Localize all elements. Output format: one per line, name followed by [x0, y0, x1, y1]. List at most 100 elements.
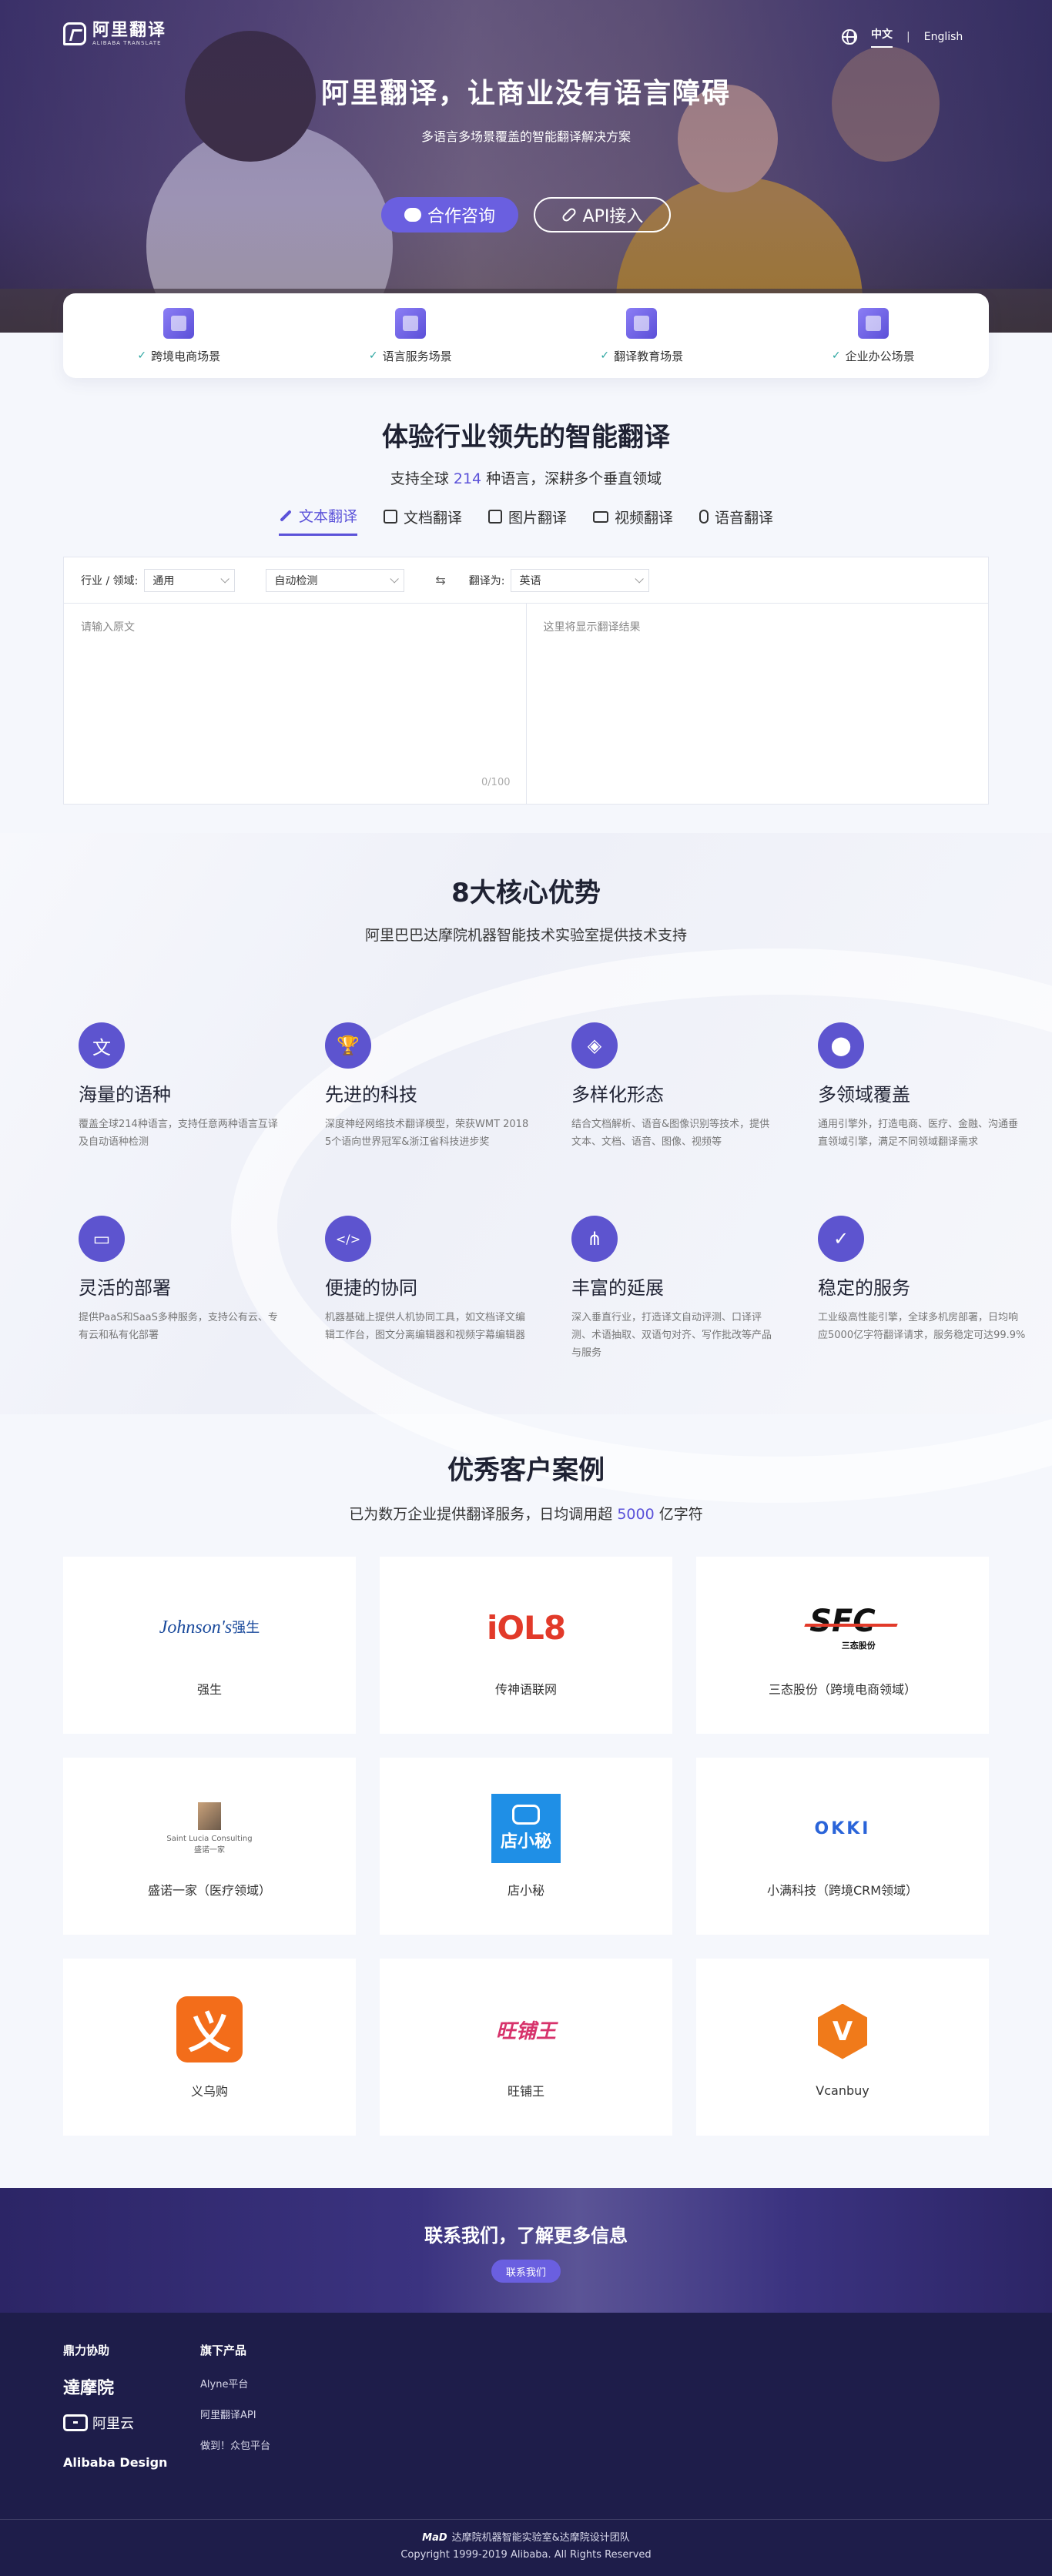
translate-toolbar: 行业 / 领域: 通用 自动检测 ⇆ 翻译为: 英语 [64, 557, 988, 604]
customer-logo-vcanbuy: V [818, 1997, 867, 2066]
translate-icon: 文 [79, 1022, 125, 1069]
advantage-item: ◈ 多样化形态 结合文档解析、语音&图像识别等技术，提供文本、文档、语音、图像、视频… [571, 1022, 779, 1151]
customer-name: Vcanbuy [816, 2083, 869, 2098]
contact-title: 联系我们，了解更多信息 [424, 2225, 628, 2246]
char-counter: 0/100 [481, 777, 511, 788]
check-icon: ✓ [137, 350, 147, 362]
customer-card[interactable]: 义 义乌购 [63, 1959, 356, 2136]
tab-image-translate[interactable]: 图片翻译 [487, 505, 567, 536]
target-label: 翻译为: [468, 574, 505, 587]
footer-bottom: MaD 达摩院机器智能实验室&达摩院设计团队 Copyright 1999-201… [0, 2530, 1052, 2564]
tab-document-translate[interactable]: 文档翻译 [383, 505, 462, 536]
swap-languages-icon[interactable]: ⇆ [435, 573, 445, 587]
advantage-desc: 提供PaaS和SaaS多种服务，支持公有云、专有云和私有化部署 [79, 1312, 278, 1341]
share-icon: ⋔ [571, 1216, 618, 1262]
advantage-item: 🏆 先进的科技 深度神经网络技术翻译模型，荣获WMT 2018 5个语向世界冠军&浙… [325, 1022, 533, 1151]
scene-label: 跨境电商场景 [151, 349, 221, 363]
hero-subtitle: 多语言多场景覆盖的智能翻译解决方案 [420, 129, 631, 144]
customer-card[interactable]: OKKI 小满科技（跨境CRM领域） [696, 1758, 989, 1935]
consult-button-label: 合作咨询 [427, 207, 495, 226]
customer-logo-okki: OKKI [814, 1818, 871, 1838]
scene-item-language-service[interactable]: ✓ 语言服务场景 [333, 307, 487, 364]
customers-title: 优秀客户案例 [447, 1455, 605, 1486]
consult-button[interactable]: 合作咨询 [381, 197, 518, 233]
customer-name: 强生 [196, 1682, 222, 1697]
chevron-down-icon [390, 574, 400, 584]
customers-subtitle: 已为数万企业提供翻译服务，日均调用超 5000 亿字符 [349, 1506, 703, 1523]
customer-card[interactable]: Saint Lucia Consulting 盛诺一家 盛诺一家（医疗领域） [63, 1758, 356, 1935]
tab-text-translate[interactable]: 文本翻译 [278, 505, 357, 536]
scene-item-office[interactable]: ✓ 企业办公场景 [796, 307, 950, 364]
scene-label: 企业办公场景 [845, 349, 915, 363]
tab-video-translate[interactable]: 视频翻译 [593, 505, 673, 536]
api-button-label: API接入 [582, 207, 644, 226]
domain-select[interactable]: 通用 [144, 568, 236, 592]
advantage-item: ⬤ 多领域覆盖 通用引擎外，打造电商、医疗、金融、沟通垂直领域引擎，满足不同领域翻译… [818, 1022, 1026, 1151]
mad-logo: MaD [422, 2532, 447, 2544]
source-language-select[interactable]: 自动检测 [266, 568, 405, 592]
pen-icon [280, 509, 292, 522]
microphone-icon [699, 510, 709, 524]
footer-team: 达摩院机器智能实验室&达摩院设计团队 [451, 2532, 630, 2544]
customer-card[interactable]: Johnson's 强生 强生 [63, 1557, 356, 1734]
check-icon: ✓ [600, 350, 610, 362]
customer-card[interactable]: 旺铺王 旺铺王 [380, 1959, 672, 2136]
customer-card[interactable]: 店小秘 店小秘 [380, 1758, 672, 1935]
source-text-input[interactable] [81, 619, 509, 773]
customer-card[interactable]: SFC 三态股份 三态股份（跨境电商领域） [696, 1557, 989, 1734]
customer-card[interactable]: iOL8 传神语联网 [380, 1557, 672, 1734]
hero-banner: 阿里翻译 ALIBABA TRANSLATE 中文 | English 阿里翻译… [0, 0, 1052, 333]
footer-link-crowdsourcing[interactable]: 做到！众包平台 [200, 2437, 270, 2452]
advantage-title: 灵活的部署 [79, 1277, 171, 1299]
footer-link-translate-api[interactable]: 阿里翻译API [200, 2407, 256, 2421]
lang-english[interactable]: English [924, 31, 963, 43]
advantage-title: 先进的科技 [325, 1084, 417, 1106]
scene-item-ecommerce[interactable]: ✓ 跨境电商场景 [102, 307, 256, 364]
hero-title: 阿里翻译，让商业没有语言障碍 [320, 78, 731, 109]
scene-item-education[interactable]: ✓ 翻译教育场景 [565, 307, 719, 364]
advantages-title: 8大核心优势 [451, 878, 601, 908]
result-placeholder: 这里将显示翻译结果 [543, 621, 641, 634]
lang-separator: | [906, 31, 910, 43]
graduation-cap-icon [626, 307, 658, 339]
partner-aliyun-logo[interactable]: 阿里云 [63, 2413, 134, 2433]
advantage-title: 多领域覆盖 [818, 1084, 910, 1106]
advantages-grid: 文海量的语种 覆盖全球214种语言，支持任意两种语言互译及自动语种检测 🏆 先进的科… [79, 1022, 1025, 1362]
layers-icon: ◈ [571, 1022, 618, 1069]
advantage-item: </> 便捷的协同 机器基础上提供人机协同工具，如文档译文编辑工作台，图文分离编辑器… [325, 1216, 533, 1362]
link-icon [560, 206, 578, 223]
customer-logo-dianxiaomi: 店小秘 [491, 1794, 561, 1863]
footer-partners-title: 鼎力协助 [63, 2343, 110, 2357]
customer-grid: Johnson's 强生 强生 iOL8 传神语联网 SFC 三态股份 三态股份（跨… [63, 1557, 989, 2136]
footer-link-alyne[interactable]: Alyne平台 [200, 2376, 248, 2390]
check-icon: ✓ [368, 350, 378, 362]
chevron-down-icon [220, 574, 230, 584]
site-logo[interactable]: 阿里翻译 ALIBABA TRANSLATE [63, 22, 166, 46]
translate-tabs: 文本翻译 文档翻译 图片翻译 视频翻译 语音翻译 [0, 505, 1052, 536]
customer-name: 小满科技（跨境CRM领域） [766, 1883, 919, 1898]
scenario-card: ✓ 跨境电商场景 ✓ 语言服务场景 ✓ 翻译教育场景 ✓ 企业办公场景 [63, 293, 989, 378]
trophy-icon: 🏆 [325, 1022, 371, 1069]
office-building-icon [857, 307, 889, 339]
api-access-button[interactable]: API接入 [534, 197, 671, 233]
customer-logo-iol8: iOL8 [486, 1608, 566, 1647]
chat-icon [404, 208, 421, 222]
contact-us-button[interactable]: 联系我们 [491, 2260, 561, 2283]
advantage-item: ✓ 稳定的服务 工业级高性能引擎，全球多机房部署，日均响应5000亿字符翻译请求，服… [818, 1216, 1026, 1362]
tab-voice-translate[interactable]: 语音翻译 [699, 505, 773, 536]
advantage-desc: 深入垂直行业，打造译文自动评测、口译评测、术语抽取、双语句对齐、写作批改等产品与… [571, 1312, 772, 1359]
customer-logo-wangpuwang: 旺铺王 [495, 2019, 556, 2043]
lang-chinese[interactable]: 中文 [871, 26, 893, 48]
partner-damo-logo[interactable]: 達摩院 [63, 2374, 114, 2399]
advantage-desc: 覆盖全球214种语言，支持任意两种语言互译及自动语种检测 [79, 1119, 278, 1148]
shield-check-icon: ✓ [818, 1216, 864, 1262]
footer-products-title: 旗下产品 [200, 2343, 247, 2357]
video-icon [593, 510, 608, 523]
customer-logo-sfc: SFC 三态股份 [809, 1604, 876, 1651]
advantage-item: 文海量的语种 覆盖全球214种语言，支持任意两种语言互译及自动语种检测 [79, 1022, 286, 1151]
customer-card[interactable]: V Vcanbuy [696, 1959, 989, 2136]
target-language-select[interactable]: 英语 [511, 568, 650, 592]
footer-copyright: Copyright 1999-2019 Alibaba. All Rights … [400, 2549, 652, 2561]
partner-alibaba-design-logo[interactable]: Alibaba Design [63, 2455, 167, 2470]
customer-name: 店小秘 [507, 1883, 544, 1898]
